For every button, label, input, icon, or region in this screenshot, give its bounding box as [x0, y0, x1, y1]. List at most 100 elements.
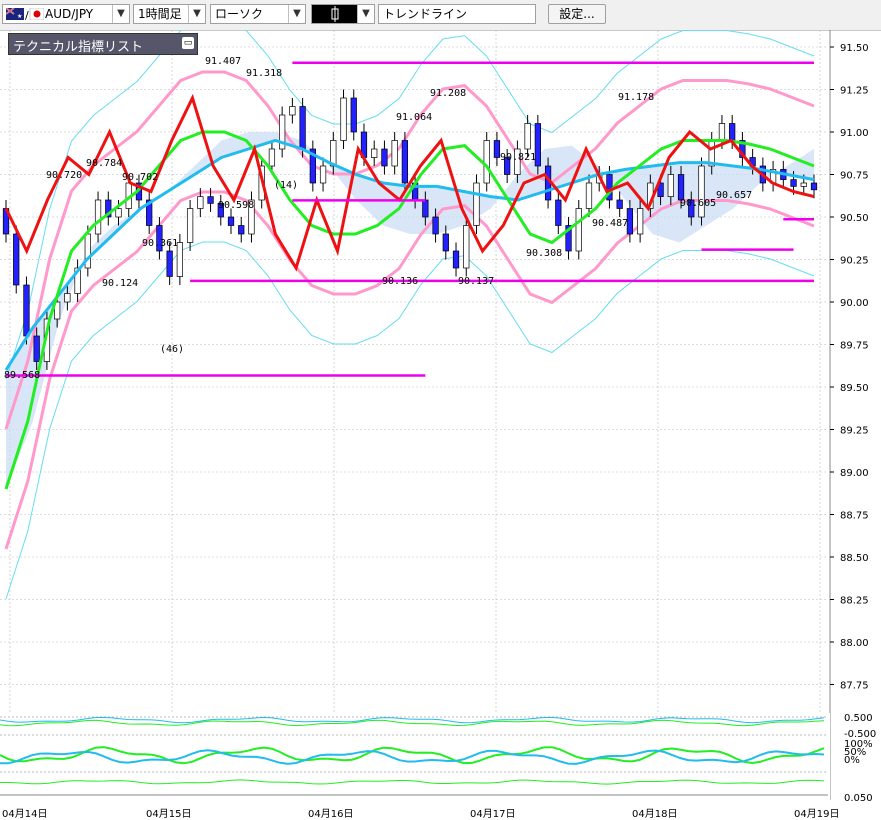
candle-bull [64, 293, 71, 303]
date-tick: 04月16日 [308, 808, 353, 820]
candle-bear [238, 225, 245, 235]
indicator-list-title: テクニカル指標リスト [13, 40, 144, 55]
minimize-icon[interactable]: ▭ [182, 37, 194, 49]
candle-bull [391, 140, 398, 167]
candle-bear [493, 140, 501, 158]
candle-bear [790, 179, 797, 187]
price-annotation: 90.821 [500, 152, 536, 163]
candle-bull [197, 196, 204, 209]
svg-text:/: / [25, 9, 29, 20]
date-tick: 04月17日 [470, 808, 515, 820]
candle-bear [452, 250, 460, 269]
drawing-tool-select[interactable]: ▼ [311, 4, 375, 24]
chevron-down-icon[interactable]: ▼ [357, 5, 374, 23]
candle-bull [268, 148, 276, 167]
symbol-label: AUD/JPY [45, 7, 94, 21]
candle-bear [227, 216, 235, 226]
price-annotation: 90.487 [592, 218, 628, 229]
price-annotation: 90.124 [102, 278, 138, 289]
timeframe-label: 1時間足 [138, 7, 182, 21]
flag-icon: ★ / [6, 8, 44, 20]
moving-averages [4, 93, 815, 490]
price-annotation: 91.064 [396, 112, 432, 123]
chevron-down-icon[interactable]: ▼ [288, 5, 305, 23]
timeframe-select[interactable]: 1時間足 ▼ [133, 4, 206, 24]
price-annotation: 89.568 [4, 370, 40, 381]
candle-bear [401, 140, 409, 184]
candle-bear [677, 174, 685, 201]
candle-bear [432, 216, 439, 235]
price-tick: 89.00 [840, 468, 869, 479]
lower-axis-tick: 0.500 [844, 713, 873, 724]
candle-bull [585, 182, 593, 209]
settings-button[interactable]: 設定... [548, 4, 606, 24]
lower-axis-tick: 0.050 [844, 793, 873, 804]
price-chart[interactable]: 91.40791.31891.208 91.17891.06490.78490.7… [0, 30, 881, 820]
candle-bear [810, 182, 818, 191]
price-tick: 89.50 [840, 383, 869, 394]
price-annotation: 90.598 [218, 200, 254, 211]
price-annotation: 90.784 [86, 158, 122, 169]
price-annotation: 91.407 [205, 56, 241, 67]
chart-type-select[interactable]: ローソク ▼ [210, 4, 306, 24]
candle-bear [422, 199, 429, 218]
price-annotation: 90.702 [122, 172, 158, 183]
candle-bull [636, 208, 644, 235]
candle-bull [524, 123, 531, 150]
drawing-tool-icon [312, 5, 358, 23]
candle-bear [350, 97, 357, 133]
candle-bear [442, 233, 449, 252]
date-tick: 04月14日 [2, 808, 47, 820]
candle-bull [473, 182, 480, 226]
candle-bull [575, 208, 582, 252]
bollinger-lower-3 [5, 241, 815, 600]
date-tick: 04月15日 [146, 808, 191, 820]
trendline-field[interactable]: トレンドライン [378, 4, 536, 24]
price-annotation: 90.720 [46, 170, 82, 181]
settings-label: 設定... [559, 7, 595, 21]
candle-bear [381, 148, 388, 167]
candle-bear [729, 123, 736, 141]
candle-bear [299, 106, 306, 150]
price-tick: 90.50 [840, 213, 869, 224]
price-tick: 91.25 [840, 86, 869, 97]
price-annotation: 91.318 [246, 68, 282, 79]
price-annotation: 90.137 [458, 276, 494, 287]
candle-bear [555, 199, 562, 226]
price-annotation: 90.136 [382, 276, 418, 287]
price-annotation: 90.657 [716, 190, 752, 201]
candle-bull [371, 148, 378, 158]
price-tick: 87.75 [840, 681, 869, 692]
price-annotation: (46) [160, 344, 184, 355]
candle-bull [289, 106, 296, 116]
candle-bull [463, 225, 470, 269]
candle-bear [616, 199, 623, 209]
candle-bull [698, 165, 705, 218]
indicator-list-panel[interactable]: テクニカル指標リスト ▭ [8, 33, 198, 55]
price-annotation: 91.178 [618, 92, 654, 103]
candle-bear [166, 250, 173, 277]
price-annotation: 91.208 [430, 88, 466, 99]
date-tick: 04月18日 [632, 808, 677, 820]
bollinger-lower-2 [4, 190, 815, 550]
chevron-down-icon[interactable]: ▼ [188, 5, 205, 23]
toolbar: ★ / AUD/JPY ▼ 1時間足 ▼ ローソク ▼ ▼ トレンドライン 設定… [0, 0, 881, 31]
price-tick: 88.50 [840, 553, 869, 564]
price-tick: 90.75 [840, 171, 869, 182]
date-axis: 04月14日 04月15日 04月16日 04月17日 04月18日 04月19日 [2, 808, 839, 820]
lower-axis-tick: 0% [844, 755, 860, 766]
price-tick: 89.25 [840, 426, 869, 437]
candle-bull [94, 199, 102, 235]
date-tick: 04月19日 [794, 808, 839, 820]
price-tick: 90.00 [840, 298, 869, 309]
symbol-select[interactable]: ★ / AUD/JPY ▼ [2, 4, 130, 24]
candle-bear [23, 284, 30, 337]
chevron-down-icon[interactable]: ▼ [112, 5, 129, 23]
lower-panel-bg [0, 713, 830, 803]
candle-bull [340, 97, 347, 141]
price-tick: 88.25 [840, 596, 869, 607]
price-tick: 89.75 [840, 341, 869, 352]
price-annotation: 90.361 [142, 238, 178, 249]
candle-bull [718, 123, 726, 141]
oscillator-panels: 0.500-0.500100%50%0%0.050 [0, 713, 876, 804]
